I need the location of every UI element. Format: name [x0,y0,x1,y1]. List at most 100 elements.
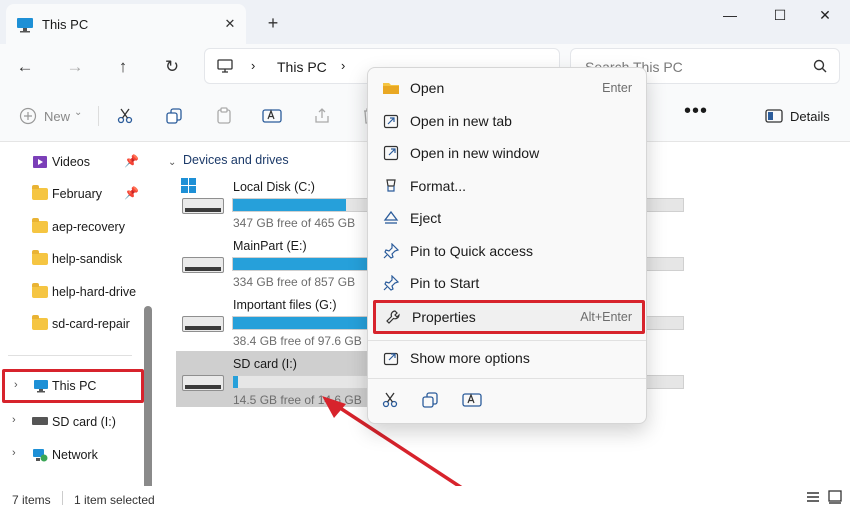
wrench-icon [384,308,402,326]
sidebar-item-help-hard-drive[interactable]: help-hard-drive [0,276,145,308]
chevron-down-icon[interactable]: ⌄ [168,157,176,168]
chevron-right-icon[interactable]: › [12,414,16,426]
sidebar-item-network[interactable]: › Network [0,439,145,471]
more-options-button[interactable]: ••• [684,100,708,123]
chevron-right-icon: › [251,58,256,73]
chevron-right-icon[interactable]: › [341,58,345,73]
sidebar-item-this-pc[interactable]: › This PC [2,369,144,403]
menu-item-label: Properties [412,309,476,325]
sidebar-item-label: This PC [52,379,97,393]
drive-free-space: 334 GB free of 857 GB [233,275,356,289]
copy-icon[interactable] [162,104,186,128]
selection-count: 1 item selected [74,493,155,507]
menu-item-label: Pin to Start [410,275,480,291]
menu-item-eject[interactable]: Eject [374,203,642,233]
new-button[interactable]: New [44,109,70,124]
folder-icon [32,250,48,265]
navigation-pane: Videos 📌 February 📌 aep-recovery help-sa… [0,142,156,496]
menu-item-label: Format... [410,178,467,194]
cut-icon[interactable] [113,104,137,128]
rename-icon[interactable] [260,104,284,128]
title-bar: This PC ✕ + — ☐ ✕ [0,0,850,44]
sidebar-item-label: February [52,187,103,201]
breadcrumb[interactable]: This PC [277,59,327,75]
tab-this-pc[interactable]: This PC ✕ [6,4,246,44]
sidebar-item-label: SD card (I:) [52,415,116,429]
chevron-down-icon[interactable]: ⌄ [74,107,82,118]
menu-divider [368,340,646,341]
plus-circle-icon[interactable] [16,104,40,128]
back-button[interactable]: ← [10,52,40,82]
sidebar-item-february[interactable]: February 📌 [0,178,145,210]
menu-item-label: Pin to Quick access [410,243,533,259]
menu-item-label: Open [410,80,445,96]
pin-icon: 📌 [124,154,139,168]
chevron-right-icon[interactable]: › [14,379,18,391]
menu-item-pin-start[interactable]: Pin to Start [374,268,642,298]
chevron-right-icon[interactable]: › [12,447,16,459]
new-window-icon [382,144,400,162]
menu-item-pin-quick-access[interactable]: Pin to Quick access [374,236,642,266]
details-pane-icon[interactable] [762,104,786,128]
maximize-button[interactable]: ☐ [755,0,805,30]
drive-name: SD card (I:) [233,357,297,371]
menu-item-properties[interactable]: Properties Alt+Enter [373,300,645,334]
tiles-view-icon[interactable] [828,490,842,507]
folder-icon [32,315,48,330]
tab-close-button[interactable]: ✕ [218,12,242,36]
menu-item-open-new-window[interactable]: Open in new window [374,138,642,168]
details-view-icon[interactable] [806,490,820,507]
refresh-button[interactable]: ↻ [157,52,187,82]
menu-item-label: Open in new window [410,145,540,161]
tab-title: This PC [42,17,89,32]
menu-item-show-more-options[interactable]: Show more options [374,343,642,373]
sidebar-item-label: aep-recovery [52,220,125,234]
cut-icon[interactable] [376,386,404,414]
windows-logo-icon [181,178,197,197]
pin-icon [382,274,400,292]
up-button[interactable]: ↑ [108,52,138,82]
sidebar-divider [8,355,132,356]
close-window-button[interactable]: ✕ [800,0,850,30]
drive-free-space: 38.4 GB free of 97.6 GB [233,334,362,348]
toolbar-divider [98,106,99,126]
drive-free-space: 347 GB free of 465 GB [233,216,356,230]
menu-item-shortcut: Alt+Enter [580,310,632,324]
sidebar-item-help-sandisk[interactable]: help-sandisk [0,243,145,275]
format-icon [382,177,400,195]
copy-icon[interactable] [416,386,444,414]
menu-divider [368,378,646,379]
rename-icon[interactable] [458,386,486,414]
menu-item-label: Eject [410,210,442,226]
new-tab-button[interactable]: + [260,10,286,36]
minimize-button[interactable]: — [705,0,755,30]
sidebar-item-aep-recovery[interactable]: aep-recovery [0,211,145,243]
paste-icon[interactable] [212,104,236,128]
menu-item-open-new-tab[interactable]: Open in new tab [374,106,642,136]
drive-icon [182,198,224,214]
drive-icon [182,375,224,391]
monitor-icon [16,17,34,36]
menu-item-open[interactable]: Open Enter [374,73,642,103]
section-header-devices[interactable]: Devices and drives [183,153,289,167]
monitor-icon [217,58,233,77]
monitor-icon [33,379,49,396]
context-menu: Open Enter Open in new tab Open in new w… [367,67,647,424]
sidebar-item-sd-card-repair[interactable]: sd-card-repair [0,308,145,340]
sidebar-scrollbar[interactable] [144,306,152,496]
drive-usage-fill [233,199,346,211]
forward-button[interactable]: → [60,52,90,82]
drive-name: Local Disk (C:) [233,180,315,194]
pin-icon: 📌 [124,186,139,200]
drive-name: MainPart (E:) [233,239,307,253]
menu-item-format[interactable]: Format... [374,171,642,201]
sidebar-item-videos[interactable]: Videos 📌 [0,146,145,178]
network-icon [32,447,48,466]
folder-icon [382,79,400,97]
drive-icon [32,417,48,425]
details-button[interactable]: Details [790,109,830,124]
share-icon[interactable] [310,104,334,128]
menu-item-label: Open in new tab [410,113,512,129]
sidebar-item-sd-card[interactable]: › SD card (I:) [0,406,145,438]
menu-item-shortcut: Enter [602,81,632,95]
